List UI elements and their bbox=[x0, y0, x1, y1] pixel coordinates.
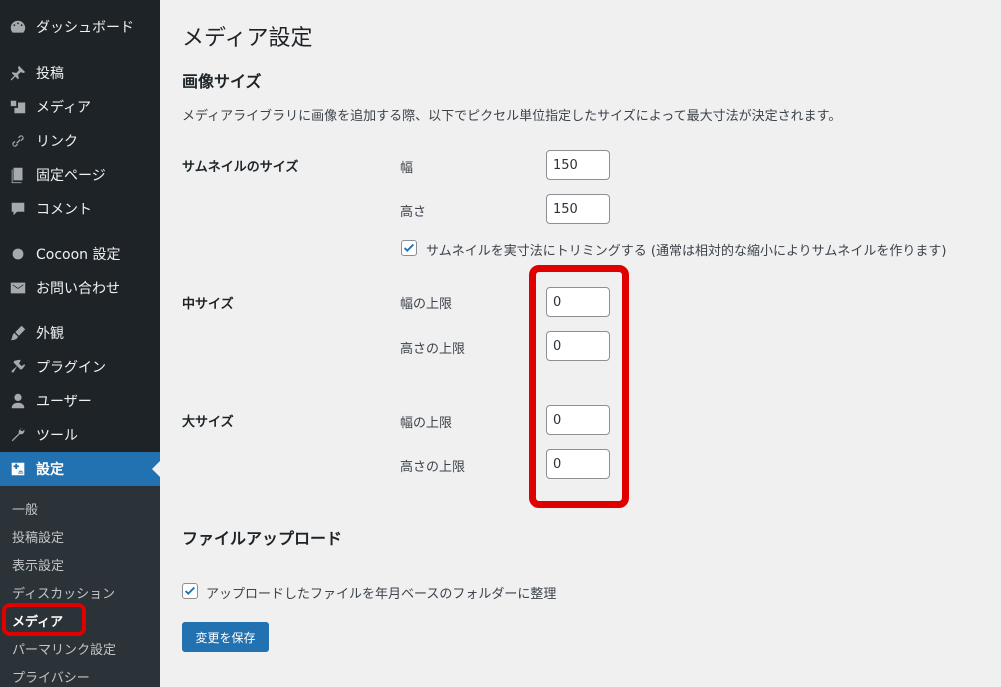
settings-icon bbox=[8, 459, 28, 479]
menu-label: メディア bbox=[36, 100, 92, 116]
menu-label: 固定ページ bbox=[36, 168, 106, 184]
menu-item-appearance[interactable]: 外観 bbox=[0, 316, 160, 350]
check-icon bbox=[184, 586, 196, 595]
menu-item-cocoon[interactable]: Cocoon 設定 bbox=[0, 237, 160, 271]
thumbnail-height-label: 高さ bbox=[400, 205, 427, 220]
menu-item-posts[interactable]: 投稿 bbox=[0, 56, 160, 90]
medium-height-label: 高さの上限 bbox=[400, 342, 466, 357]
menu-item-contact[interactable]: お問い合わせ bbox=[0, 271, 160, 305]
mail-icon bbox=[8, 278, 28, 298]
image-sizes-heading: 画像サイズ bbox=[182, 72, 262, 91]
menu-item-plugins[interactable]: プラグイン bbox=[0, 350, 160, 384]
menu-item-dashboard[interactable]: ダッシュボード bbox=[0, 10, 160, 44]
submenu-item-privacy[interactable]: プライバシー bbox=[12, 667, 90, 686]
large-height-label: 高さの上限 bbox=[400, 460, 466, 475]
menu-item-comments[interactable]: コメント bbox=[0, 192, 160, 226]
save-changes-button[interactable]: 変更を保存 bbox=[182, 622, 269, 652]
wrench-icon bbox=[8, 425, 28, 445]
menu-label: 投稿 bbox=[36, 66, 64, 82]
menu-item-tools[interactable]: ツール bbox=[0, 418, 160, 452]
link-icon bbox=[8, 131, 28, 151]
large-width-label: 幅の上限 bbox=[400, 416, 453, 431]
thumbnail-size-label: サムネイルのサイズ bbox=[182, 160, 299, 175]
menu-label: コメント bbox=[36, 202, 92, 218]
highlight-annotation-submenu bbox=[2, 603, 86, 636]
menu-item-media[interactable]: メディア bbox=[0, 90, 160, 124]
thumbnail-crop-checkbox[interactable] bbox=[401, 240, 417, 256]
main-content: メディア設定 画像サイズ メディアライブラリに画像を追加する際、以下でピクセル単… bbox=[160, 0, 1001, 687]
menu-label: 設定 bbox=[36, 462, 64, 478]
admin-sidebar: ダッシュボード 投稿 メディア リンク 固定ページ コメント Cocoon 設定… bbox=[0, 0, 160, 687]
brush-icon bbox=[8, 323, 28, 343]
submenu-item-discussion[interactable]: ディスカッション bbox=[12, 583, 115, 602]
submenu-item-writing[interactable]: 投稿設定 bbox=[12, 527, 64, 546]
menu-label: 外観 bbox=[36, 326, 64, 342]
menu-label: お問い合わせ bbox=[36, 281, 120, 297]
thumbnail-crop-label: サムネイルを実寸法にトリミングする (通常は相対的な縮小によりサムネイルを作りま… bbox=[426, 244, 947, 259]
upload-organize-label: アップロードしたファイルを年月ベースのフォルダーに整理 bbox=[206, 587, 557, 602]
menu-label: ダッシュボード bbox=[36, 20, 134, 36]
media-icon bbox=[8, 97, 28, 117]
submenu-item-reading[interactable]: 表示設定 bbox=[12, 555, 64, 574]
menu-label: ツール bbox=[36, 428, 78, 444]
thumbnail-width-input[interactable] bbox=[546, 150, 610, 180]
menu-item-links[interactable]: リンク bbox=[0, 124, 160, 158]
submenu-item-general[interactable]: 一般 bbox=[12, 499, 38, 518]
comment-icon bbox=[8, 199, 28, 219]
active-indicator bbox=[152, 461, 160, 477]
page-title: メディア設定 bbox=[182, 26, 313, 51]
upload-heading: ファイルアップロード bbox=[182, 529, 343, 548]
submenu-item-permalinks[interactable]: パーマリンク設定 bbox=[12, 639, 116, 658]
check-icon bbox=[403, 243, 415, 252]
thumbnail-width-label: 幅 bbox=[400, 161, 414, 176]
image-sizes-description: メディアライブラリに画像を追加する際、以下でピクセル単位指定したサイズによって最… bbox=[182, 109, 842, 124]
menu-label: リンク bbox=[36, 134, 78, 150]
menu-item-users[interactable]: ユーザー bbox=[0, 384, 160, 418]
menu-item-pages[interactable]: 固定ページ bbox=[0, 158, 160, 192]
highlight-annotation-inputs bbox=[529, 265, 629, 508]
medium-size-label: 中サイズ bbox=[182, 297, 234, 312]
page-icon bbox=[8, 165, 28, 185]
menu-label: ユーザー bbox=[36, 394, 92, 410]
upload-organize-checkbox[interactable] bbox=[182, 583, 198, 599]
large-size-label: 大サイズ bbox=[182, 415, 234, 430]
pin-icon bbox=[8, 63, 28, 83]
plugin-icon bbox=[8, 357, 28, 377]
user-icon bbox=[8, 391, 28, 411]
menu-label: プラグイン bbox=[36, 360, 106, 376]
circle-icon bbox=[8, 244, 28, 264]
menu-item-settings[interactable]: 設定 bbox=[0, 452, 160, 486]
dashboard-icon bbox=[8, 17, 28, 37]
menu-label: Cocoon 設定 bbox=[36, 247, 121, 263]
medium-width-label: 幅の上限 bbox=[400, 297, 453, 312]
thumbnail-height-input[interactable] bbox=[546, 194, 610, 224]
